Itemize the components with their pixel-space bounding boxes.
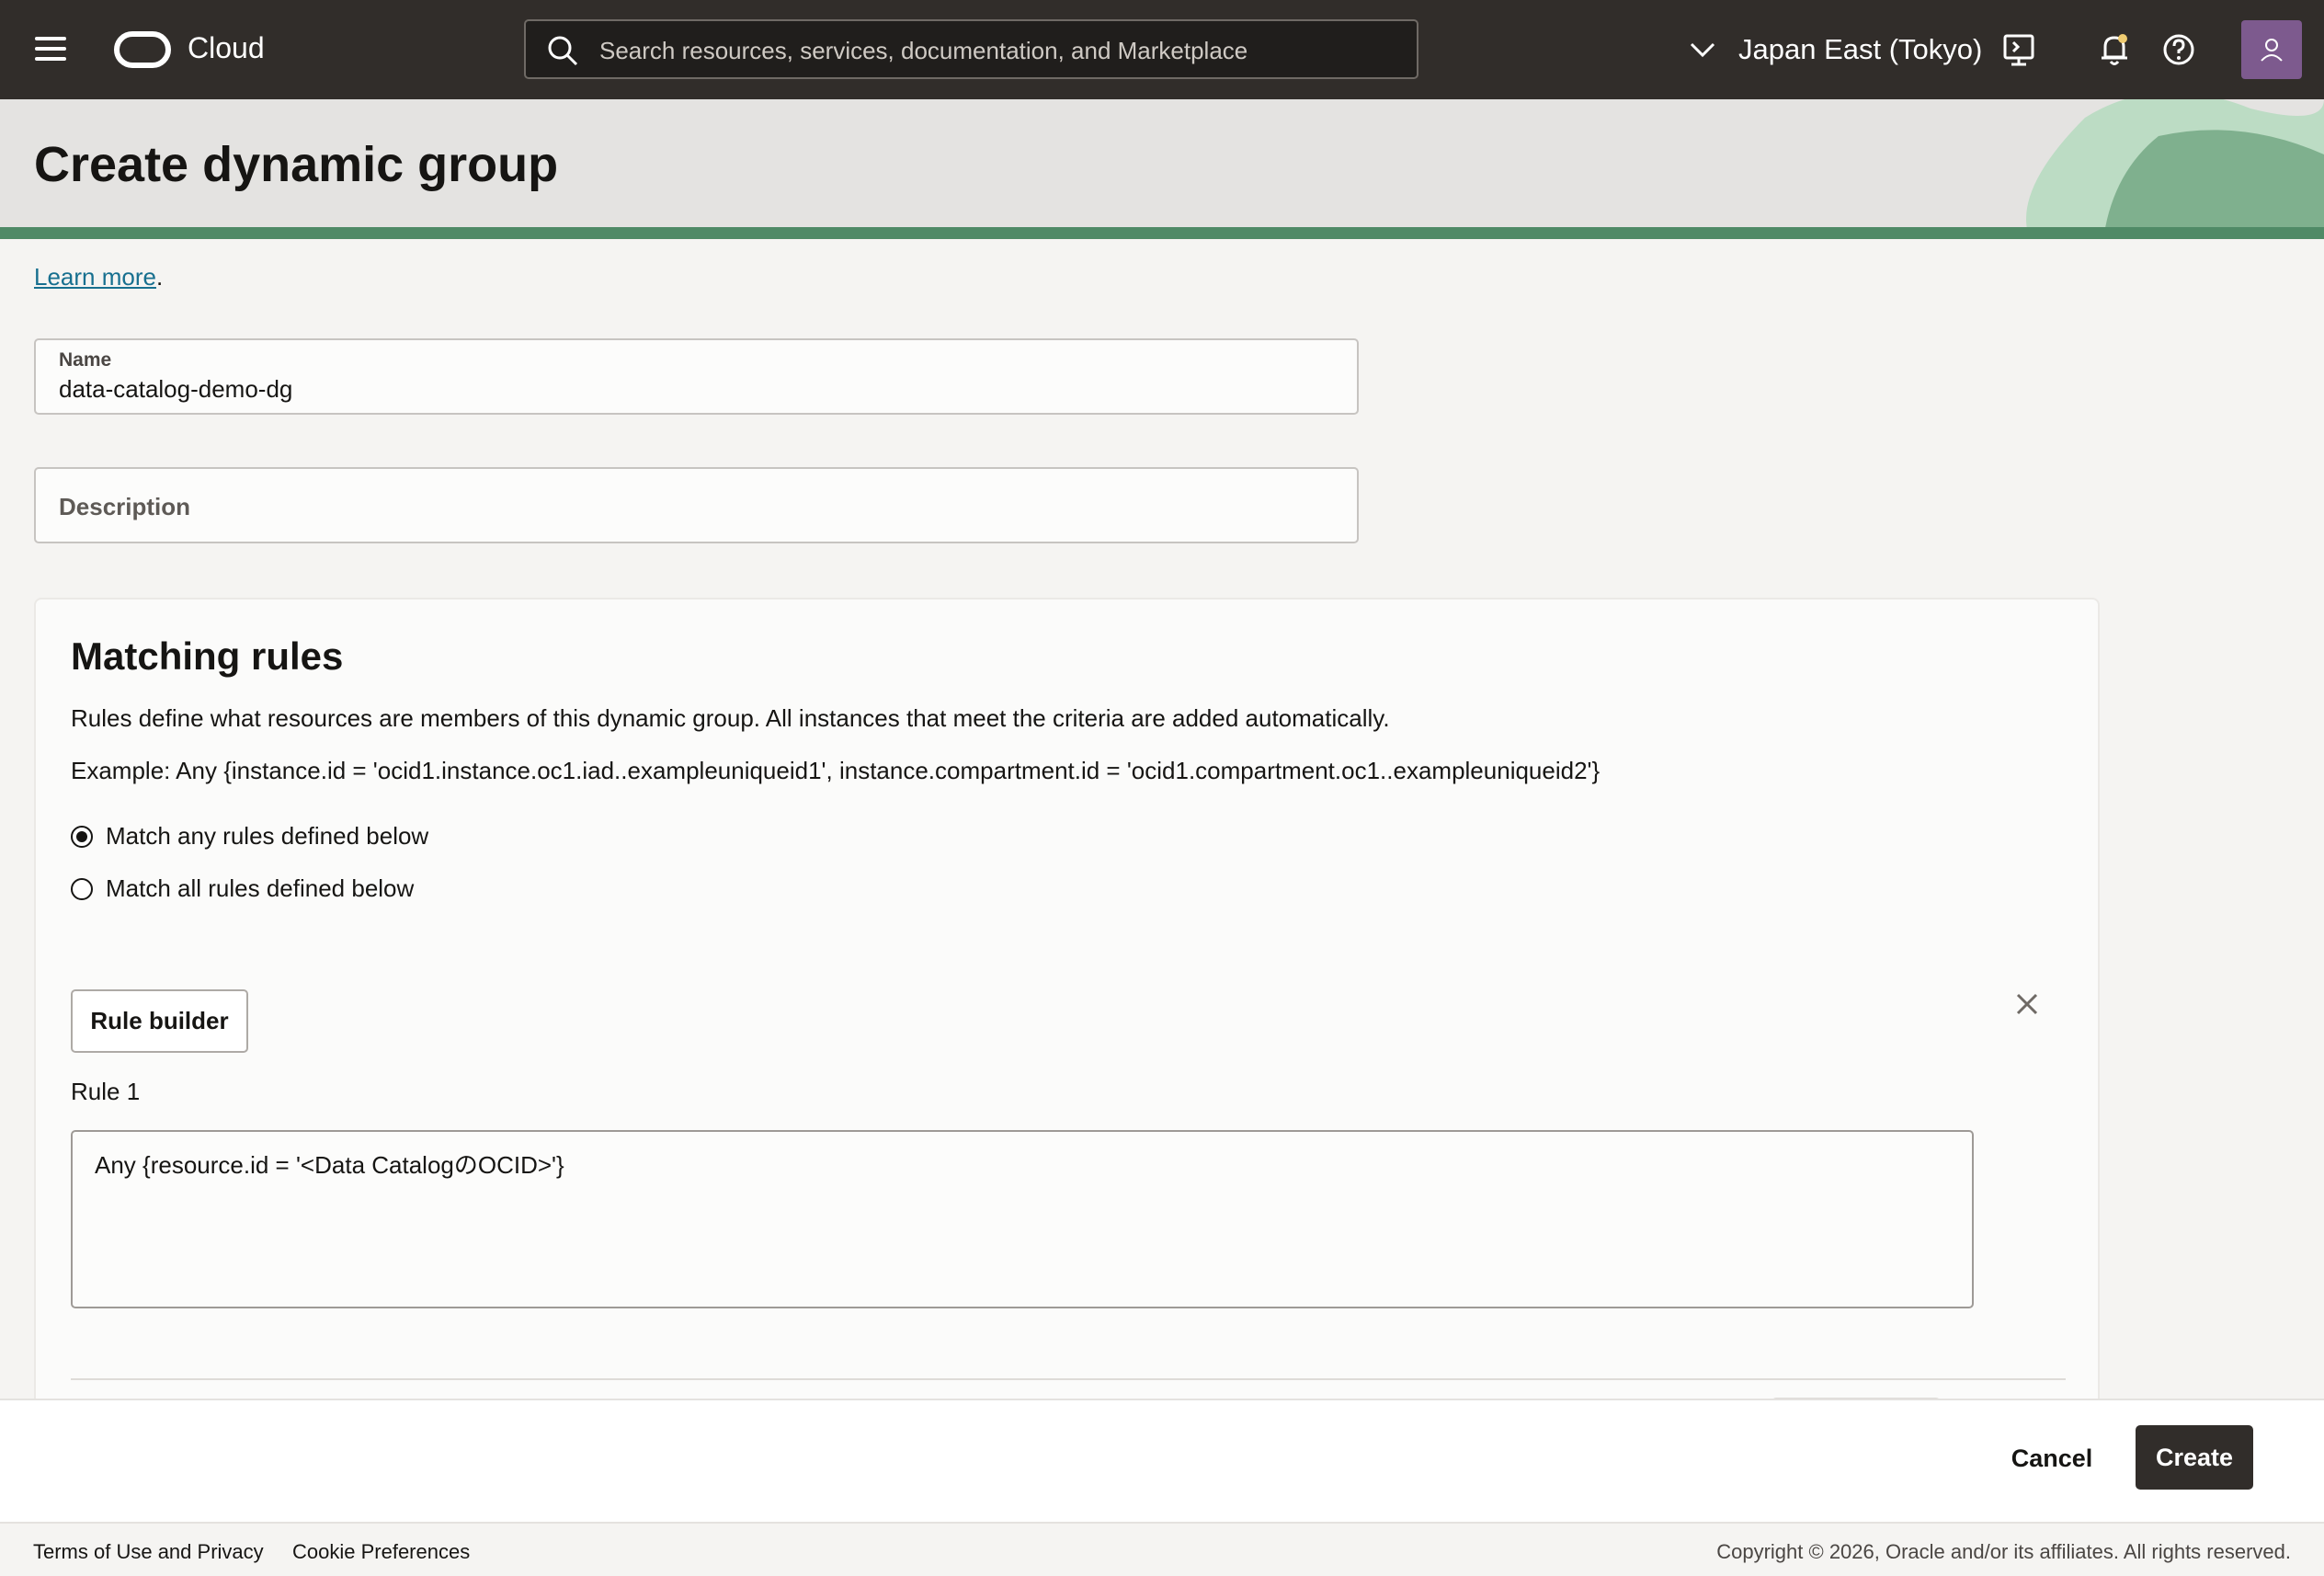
divider: [71, 1378, 2066, 1380]
form-action-bar: Cancel Create: [0, 1399, 2324, 1522]
matching-rules-example: Example: Any {instance.id = 'ocid1.insta…: [71, 757, 1601, 784]
matching-rules-title: Matching rules: [71, 634, 344, 678]
learn-more-link[interactable]: Learn more: [34, 263, 156, 291]
learn-more-line: Learn more.: [34, 263, 163, 291]
search-input[interactable]: Search resources, services, documentatio…: [524, 19, 1418, 79]
header-stripe: [0, 227, 2324, 239]
name-value[interactable]: data-catalog-demo-dg: [59, 375, 292, 404]
brand-name[interactable]: Cloud: [188, 31, 265, 65]
name-field[interactable]: Name data-catalog-demo-dg: [34, 338, 1359, 415]
cloud-shell-icon[interactable]: [1998, 28, 2042, 72]
page-header: Create dynamic group: [0, 99, 2324, 239]
header-decoration: [2026, 99, 2324, 239]
terms-link[interactable]: Terms of Use and Privacy: [33, 1540, 264, 1564]
search-icon: [548, 36, 578, 66]
match-any-label[interactable]: Match any rules defined below: [106, 822, 428, 851]
learn-more-suffix: .: [155, 263, 164, 291]
menu-icon[interactable]: [35, 35, 70, 63]
region-label: Japan East (Tokyo): [1738, 33, 1983, 65]
description-placeholder: Description: [59, 493, 191, 520]
radio-selected-icon[interactable]: [71, 826, 93, 848]
cancel-button[interactable]: Cancel: [1995, 1427, 2109, 1490]
page-footer: Terms of Use and Privacy Cookie Preferen…: [0, 1522, 2324, 1576]
cookie-preferences-link[interactable]: Cookie Preferences: [292, 1540, 470, 1564]
create-button[interactable]: Create: [2136, 1425, 2253, 1490]
radio-unselected-icon[interactable]: [71, 878, 93, 900]
top-navigation-bar: Cloud Search resources, services, docume…: [0, 0, 2324, 99]
match-all-label[interactable]: Match all rules defined below: [106, 874, 414, 903]
rule-1-textarea[interactable]: Any {resource.id = '<Data CatalogのOCID>'…: [71, 1130, 1974, 1308]
matching-rules-description: Rules define what resources are members …: [71, 704, 1390, 732]
name-label: Name: [59, 349, 112, 371]
oracle-logo-icon[interactable]: [114, 31, 171, 68]
description-field[interactable]: Description: [34, 467, 1359, 543]
help-icon[interactable]: [2157, 28, 2201, 72]
rule-1-label: Rule 1: [71, 1078, 141, 1105]
close-icon[interactable]: [2011, 988, 2044, 1021]
bell-icon[interactable]: [2092, 28, 2136, 72]
user-avatar-icon[interactable]: [2241, 20, 2302, 79]
page-title: Create dynamic group: [34, 137, 559, 192]
chevron-down-icon: [1690, 42, 1715, 58]
rule-builder-button[interactable]: Rule builder: [71, 989, 248, 1053]
search-placeholder: Search resources, services, documentatio…: [599, 37, 1248, 64]
copyright-text: Copyright © 2026, Oracle and/or its affi…: [1716, 1540, 2291, 1563]
